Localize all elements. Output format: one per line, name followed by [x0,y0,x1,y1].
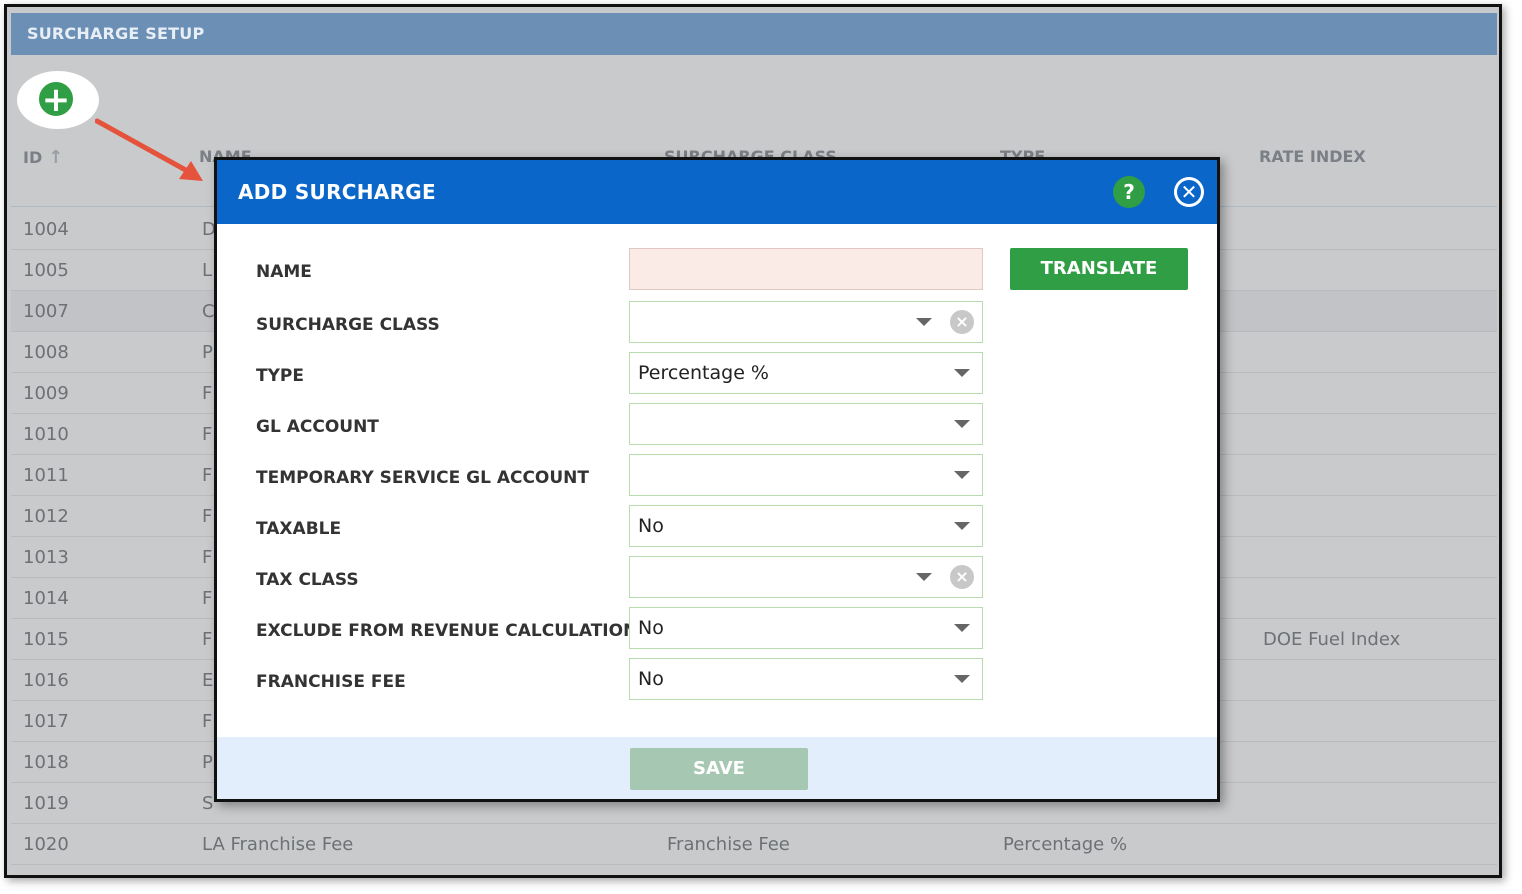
exclude-from-revenue-select[interactable]: No [629,607,983,649]
exclude-from-revenue-label: EXCLUDE FROM REVENUE CALCULATION [256,621,638,641]
dialog-header: ADD SURCHARGE ? ✕ [217,160,1217,224]
tax-class-select[interactable]: × [629,556,983,598]
cell-id: 1007 [23,301,69,322]
panel-title: SURCHARGE SETUP [11,13,1497,55]
name-label: NAME [256,262,312,282]
type-label: TYPE [256,366,304,386]
cell-id: 1018 [23,752,69,773]
column-header-rate-index[interactable]: RATE INDEX [1259,147,1366,166]
cell-id: 1014 [23,588,69,609]
clear-icon[interactable]: × [950,310,974,334]
cell-name: C [202,301,215,322]
translate-button[interactable]: TRANSLATE [1010,248,1188,290]
chevron-down-icon[interactable] [954,675,970,683]
cell-name: F [202,588,213,609]
add-surcharge-dialog: ADD SURCHARGE ? ✕ NAME TRANSLATE SURCHAR… [214,157,1220,802]
cell-name: F [202,383,213,404]
name-input[interactable] [629,248,983,290]
save-button[interactable]: SAVE [630,748,808,790]
cell-name: L [202,260,213,281]
chevron-down-icon[interactable] [954,471,970,479]
temporary-service-gl-account-select[interactable] [629,454,983,496]
annotation-arrow-icon [95,118,203,181]
dialog-footer: SAVE [217,737,1217,799]
cell-name: F [202,711,213,732]
dialog-title: ADD SURCHARGE [238,180,436,204]
help-icon[interactable]: ? [1113,176,1145,208]
cell-id: 1013 [23,547,69,568]
chevron-down-icon[interactable] [916,573,932,581]
cell-name: P [202,752,213,773]
cell-id: 1010 [23,424,69,445]
cell-id: 1004 [23,219,69,240]
cell-id: 1020 [23,834,69,855]
chevron-down-icon[interactable] [954,369,970,377]
cell-id: 1019 [23,793,69,814]
taxable-select[interactable]: No [629,505,983,547]
cell-surcharge-class: Franchise Fee [667,834,790,855]
surcharge-class-select[interactable]: × [629,301,983,343]
cell-name: F [202,465,213,486]
franchise-fee-select[interactable]: No [629,658,983,700]
cell-name: F [202,506,213,527]
cell-name: E [202,670,214,691]
cell-rate-index: DOE Fuel Index [1263,629,1401,650]
cell-name: F [202,547,213,568]
taxable-label: TAXABLE [256,519,342,539]
cell-name: F [202,629,213,650]
chevron-down-icon[interactable] [954,420,970,428]
surcharge-class-label: SURCHARGE CLASS [256,315,440,335]
column-header-id[interactable]: ID ↑ [23,147,63,168]
cell-id: 1017 [23,711,69,732]
cell-id: 1012 [23,506,69,527]
temporary-service-gl-account-label: TEMPORARY SERVICE GL ACCOUNT [256,468,590,488]
cell-name: P [202,342,213,363]
gl-account-select[interactable] [629,403,983,445]
plus-circle-icon[interactable]: + [37,80,75,118]
chevron-down-icon[interactable] [954,624,970,632]
close-icon[interactable]: ✕ [1174,177,1204,207]
sort-ascending-icon[interactable]: ↑ [48,147,63,168]
table-row[interactable]: 1020 LA Franchise Fee Franchise Fee Percent… [11,824,1497,865]
cell-id: 1005 [23,260,69,281]
type-select[interactable]: Percentage % [629,352,983,394]
cell-id: 1016 [23,670,69,691]
cell-id: 1011 [23,465,69,486]
cell-id: 1008 [23,342,69,363]
tax-class-label: TAX CLASS [256,570,359,590]
gl-account-label: GL ACCOUNT [256,417,379,437]
cell-id: 1015 [23,629,69,650]
cell-name: F [202,424,213,445]
cell-name: LA Franchise Fee [202,834,354,855]
chevron-down-icon[interactable] [954,522,970,530]
screenshot-frame: SURCHARGE SETUP + ID↑ NAME SURCHARGE CLA… [4,4,1502,878]
cell-type: Percentage % [1003,834,1128,855]
cell-id: 1009 [23,383,69,404]
clear-icon[interactable]: × [950,565,974,589]
cell-name: S [202,793,214,814]
franchise-fee-label: FRANCHISE FEE [256,672,406,692]
chevron-down-icon[interactable] [916,318,932,326]
